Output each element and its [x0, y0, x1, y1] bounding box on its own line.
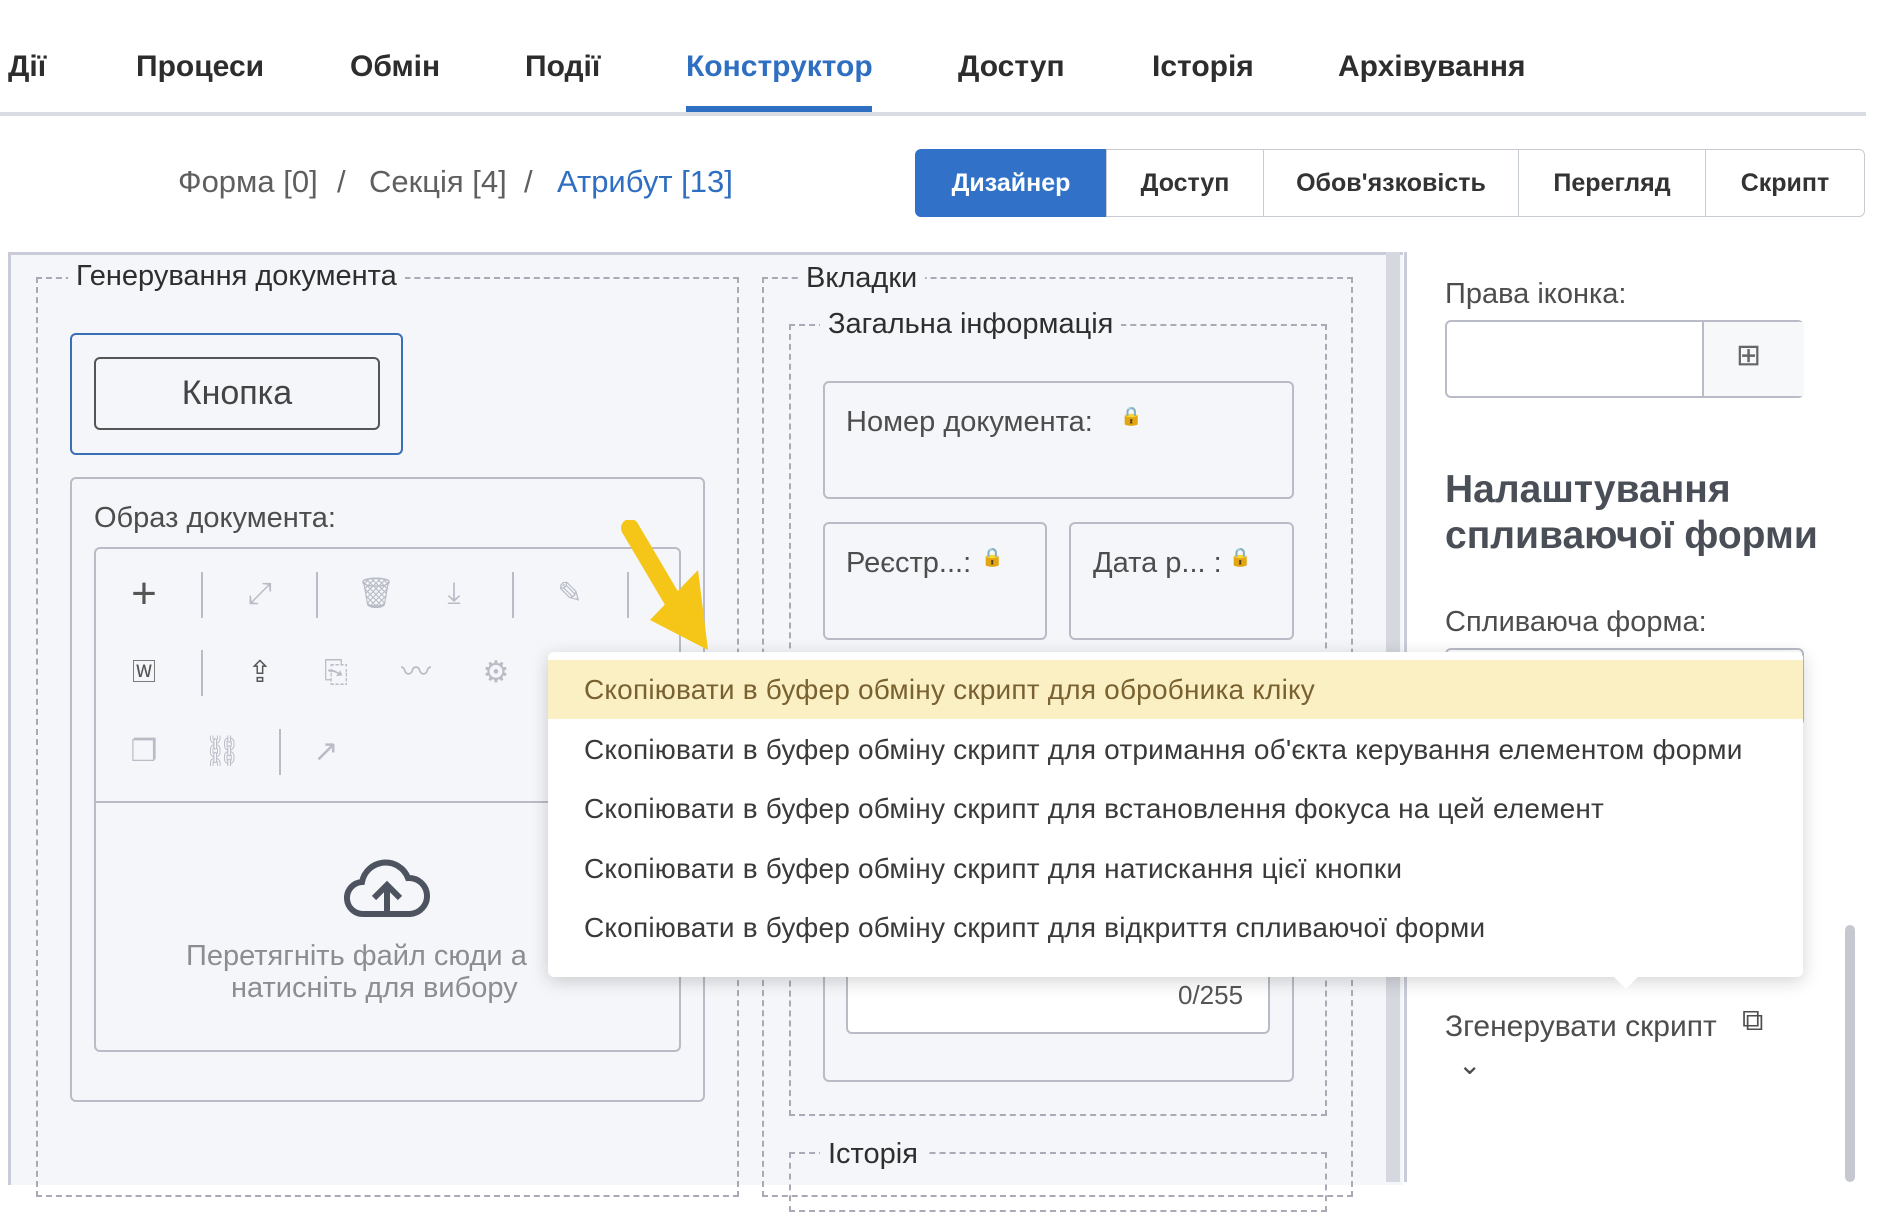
- menu-item-copy-control-object[interactable]: Скопіювати в буфер обміну скрипт для отр…: [548, 720, 1803, 779]
- menu-pointer: [1612, 975, 1640, 989]
- icon-picker-icon: ⊞: [1736, 339, 1762, 372]
- mode-tab-designer[interactable]: Дизайнер: [915, 149, 1107, 217]
- tab-archiving[interactable]: Архівування: [1338, 50, 1525, 84]
- document-edit-icon[interactable]: ✎: [550, 574, 590, 614]
- upload-hint-line1: Перетягніть файл сюди а: [186, 940, 527, 972]
- menu-item-copy-open-popup[interactable]: Скопіювати в буфер обміну скрипт для від…: [548, 898, 1803, 957]
- registry-field[interactable]: [823, 522, 1047, 640]
- menu-item-copy-click-button[interactable]: Скопіювати в буфер обміну скрипт для нат…: [548, 839, 1803, 898]
- lock-icon: 🔒: [1229, 547, 1252, 567]
- lock-icon: 🔒: [981, 547, 1004, 567]
- cloud-upload-icon: [344, 859, 430, 918]
- divider: [316, 572, 318, 618]
- date-label: Дата р... :: [1093, 547, 1222, 579]
- registry-label: Реєстр...:: [846, 547, 972, 579]
- download-icon[interactable]: ⤓: [434, 574, 474, 614]
- annotation-arrow-icon: [621, 520, 708, 650]
- doc-number-label: Номер документа:: [846, 406, 1093, 438]
- active-tab-indicator: [686, 106, 872, 112]
- popup-settings-heading-2: спливаючої форми: [1445, 514, 1818, 557]
- link-document-icon[interactable]: ⛓: [202, 732, 242, 772]
- mode-tab-script[interactable]: Скрипт: [1705, 149, 1865, 217]
- chevron-down-icon[interactable]: ⌄: [1458, 1048, 1481, 1081]
- right-icon-label: Права іконка:: [1445, 278, 1627, 310]
- breadcrumb-section[interactable]: Секція [4]: [369, 164, 507, 200]
- top-tab-bar: Дії Процеси Обмін Події Конструктор Дост…: [0, 0, 1866, 116]
- context-menu: Скопіювати в буфер обміну скрипт для обр…: [548, 652, 1803, 977]
- tab-history[interactable]: Історія: [1152, 50, 1254, 84]
- add-icon[interactable]: +: [124, 572, 164, 616]
- breadcrumb-separator: /: [337, 164, 346, 199]
- tab-processes[interactable]: Процеси: [136, 50, 264, 84]
- trash-icon[interactable]: 🗑: [356, 574, 396, 614]
- copy-document-icon[interactable]: ❐: [124, 732, 164, 772]
- date-field[interactable]: [1069, 522, 1294, 640]
- copy-icon[interactable]: ⧉: [1742, 1004, 1763, 1038]
- tab-actions[interactable]: Дії: [8, 50, 46, 84]
- history-group-title: Історія: [820, 1138, 926, 1171]
- word-document-icon[interactable]: 🅆: [124, 653, 164, 693]
- tab-constructor[interactable]: Конструктор: [686, 50, 873, 84]
- menu-item-copy-click-handler[interactable]: Скопіювати в буфер обміну скрипт для обр…: [548, 660, 1803, 719]
- divider: [201, 650, 203, 696]
- doc-generation-title: Генерування документа: [68, 260, 405, 293]
- char-counter: 0/255: [1178, 980, 1244, 1010]
- divider: [279, 729, 281, 775]
- tab-access[interactable]: Доступ: [958, 50, 1065, 84]
- general-info-title: Загальна інформація: [820, 308, 1122, 341]
- signature-icon[interactable]: 〰: [396, 653, 436, 693]
- panel-scrollbar[interactable]: [1845, 925, 1855, 1182]
- tabs-group-title: Вкладки: [798, 262, 926, 295]
- divider: [512, 572, 514, 618]
- divider: [201, 572, 203, 618]
- doc-image-label: Образ документа:: [94, 502, 336, 534]
- mode-tab-required[interactable]: Обов'язковість: [1263, 149, 1519, 217]
- file-upload-icon[interactable]: ⇪: [240, 653, 280, 693]
- button-element[interactable]: Кнопка: [94, 357, 380, 430]
- breadcrumb-separator: /: [524, 164, 533, 199]
- mode-tab-view[interactable]: Перегляд: [1518, 149, 1706, 217]
- doc-number-field[interactable]: [823, 381, 1294, 499]
- upload-hint-line2: натисніть для вибору: [231, 972, 518, 1004]
- mode-tab-access[interactable]: Доступ: [1106, 149, 1264, 217]
- generate-script-label[interactable]: Згенерувати скрипт: [1445, 1010, 1717, 1044]
- popup-form-label: Спливаюча форма:: [1445, 606, 1707, 638]
- menu-item-copy-set-focus[interactable]: Скопіювати в буфер обміну скрипт для вст…: [548, 779, 1803, 838]
- external-link-icon[interactable]: ↗: [306, 732, 346, 772]
- file-sign-icon[interactable]: ⎘: [316, 653, 356, 693]
- popup-settings-heading: Налаштування: [1445, 468, 1731, 511]
- lock-icon: 🔒: [1120, 406, 1143, 426]
- expand-icon[interactable]: ⤢: [240, 574, 280, 614]
- document-settings-icon[interactable]: ⚙: [476, 653, 516, 693]
- tab-events[interactable]: Події: [525, 50, 600, 84]
- breadcrumb-attribute: Атрибут [13]: [557, 164, 733, 199]
- breadcrumb-form[interactable]: Форма [0]: [178, 164, 318, 200]
- tab-exchange[interactable]: Обмін: [350, 50, 440, 84]
